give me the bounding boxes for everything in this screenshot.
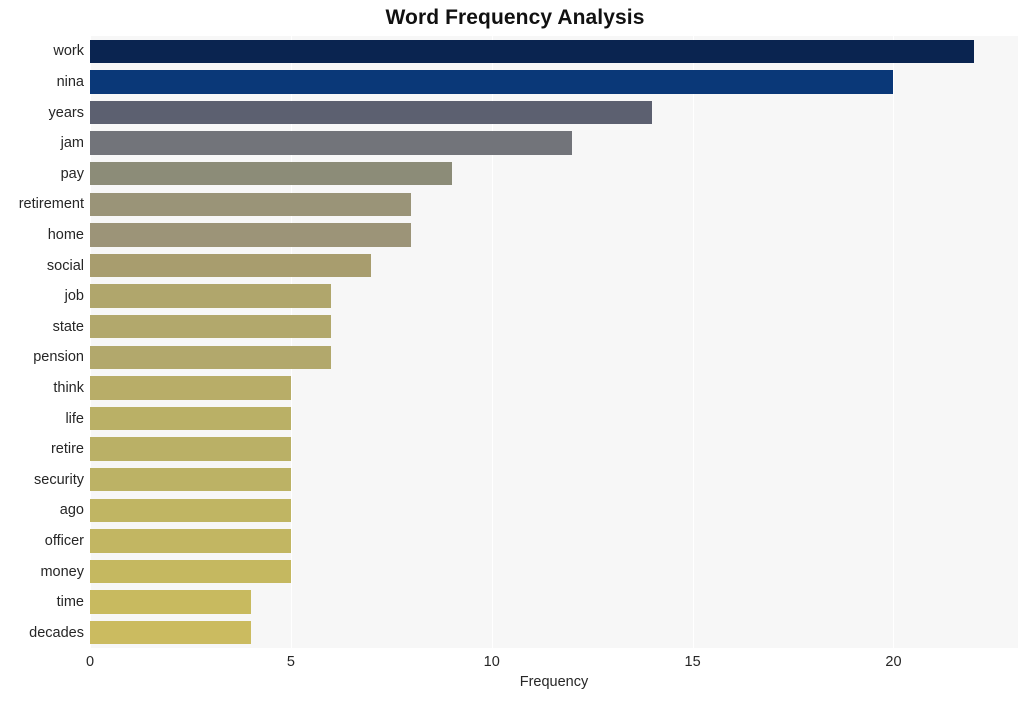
x-tick-label-5: 5 xyxy=(286,654,295,670)
y-tick-label-jam: jam xyxy=(60,135,84,152)
bar-row[interactable] xyxy=(90,100,1018,125)
x-tick-label-20: 20 xyxy=(885,654,902,670)
x-tick-label-10: 10 xyxy=(483,654,500,670)
x-tick-label-0: 0 xyxy=(85,654,95,670)
bar-security[interactable] xyxy=(90,468,291,492)
bar-job[interactable] xyxy=(90,284,332,308)
bar-row[interactable] xyxy=(90,253,1018,278)
bar-time[interactable] xyxy=(90,590,251,614)
bar-row[interactable] xyxy=(90,498,1018,522)
bar-row[interactable] xyxy=(90,131,1018,155)
bar-row[interactable] xyxy=(90,621,1018,645)
y-tick-label-think: think xyxy=(53,379,84,396)
y-axis-tick-labels: work nina years jam pay retirement home social j… xyxy=(0,36,84,648)
bar-row[interactable] xyxy=(90,70,1018,94)
bar-row[interactable] xyxy=(90,315,1018,339)
bar-decades[interactable] xyxy=(90,621,251,645)
y-tick-label-decades: decades xyxy=(29,624,84,641)
y-tick-label-home: home xyxy=(47,226,84,243)
y-tick-label-life: life xyxy=(65,410,84,427)
bar-social[interactable] xyxy=(90,253,372,278)
bar-pay[interactable] xyxy=(90,162,452,186)
bar-row[interactable] xyxy=(90,406,1018,431)
y-tick-label-ago: ago xyxy=(59,502,84,519)
bars-container xyxy=(90,36,1018,648)
y-tick-label-years: years xyxy=(48,104,84,121)
bar-pension[interactable] xyxy=(90,345,332,369)
bar-row[interactable] xyxy=(90,284,1018,308)
y-tick-label-social: social xyxy=(46,257,84,274)
y-tick-label-nina: nina xyxy=(56,73,84,90)
bar-think[interactable] xyxy=(90,376,291,400)
y-tick-label-security: security xyxy=(34,471,84,488)
y-tick-label-retirement: retirement xyxy=(18,196,84,213)
bar-row[interactable] xyxy=(90,590,1018,614)
bar-row[interactable] xyxy=(90,223,1018,247)
word-frequency-bar-chart: Word Frequency Analysis work nina years jam… xyxy=(0,0,1030,701)
bar-state[interactable] xyxy=(90,315,332,339)
bar-row[interactable] xyxy=(90,162,1018,186)
bar-row[interactable] xyxy=(90,376,1018,400)
bar-ago[interactable] xyxy=(90,498,291,522)
bar-officer[interactable] xyxy=(90,529,291,553)
bar-row[interactable] xyxy=(90,345,1018,369)
x-tick-label-15: 15 xyxy=(684,654,701,670)
bar-life[interactable] xyxy=(90,406,291,431)
bar-jam[interactable] xyxy=(90,131,573,155)
bar-row[interactable] xyxy=(90,559,1018,584)
bar-row[interactable] xyxy=(90,468,1018,492)
plot-area xyxy=(90,36,1018,648)
x-axis-title: Frequency xyxy=(519,674,589,690)
y-tick-label-pension: pension xyxy=(33,349,84,366)
bar-row[interactable] xyxy=(90,437,1018,461)
bar-row[interactable] xyxy=(90,529,1018,553)
chart-title: Word Frequency Analysis xyxy=(385,6,645,29)
bar-nina[interactable] xyxy=(90,70,894,94)
bar-work[interactable] xyxy=(90,39,974,63)
y-tick-label-state: state xyxy=(52,318,84,335)
bar-home[interactable] xyxy=(90,223,412,247)
y-tick-label-pay: pay xyxy=(60,165,84,182)
y-tick-label-time: time xyxy=(56,594,84,611)
bar-years[interactable] xyxy=(90,100,653,125)
y-tick-label-job: job xyxy=(64,288,84,305)
y-tick-label-officer: officer xyxy=(44,532,84,549)
bar-row[interactable] xyxy=(90,39,1018,63)
y-tick-label-work: work xyxy=(53,43,84,60)
bar-retire[interactable] xyxy=(90,437,291,461)
y-tick-label-retire: retire xyxy=(50,441,84,458)
bar-retirement[interactable] xyxy=(90,192,412,216)
bar-money[interactable] xyxy=(90,559,291,584)
bar-row[interactable] xyxy=(90,192,1018,216)
y-tick-label-money: money xyxy=(40,563,84,580)
